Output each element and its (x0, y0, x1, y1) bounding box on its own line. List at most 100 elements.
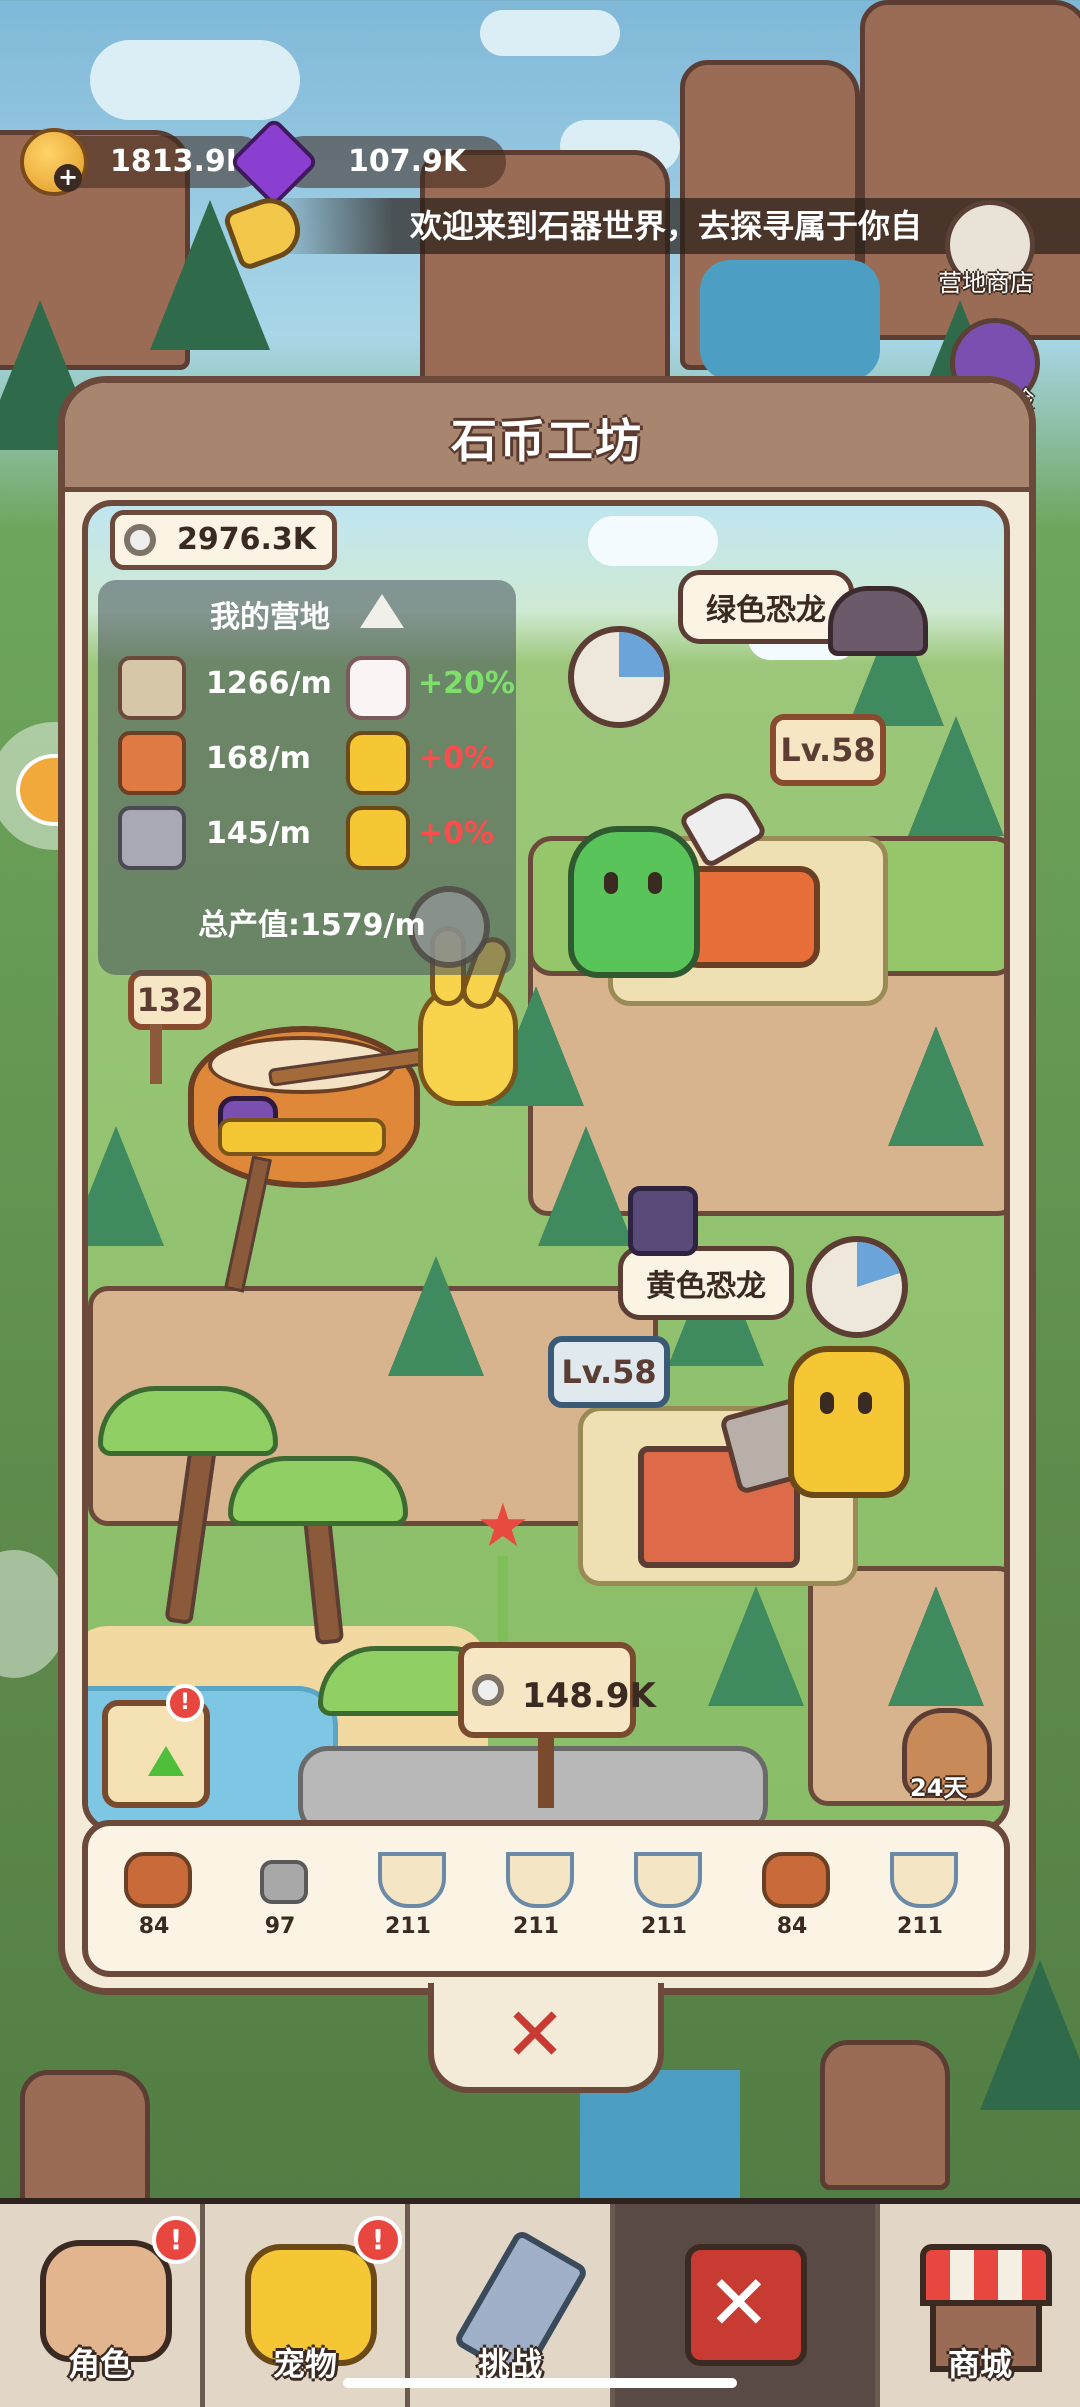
collapse-triangle-icon[interactable] (360, 594, 404, 628)
soup-bowl-icon (506, 1852, 574, 1908)
stat-row-wood: 168/m +0% (98, 725, 516, 795)
river (700, 260, 880, 380)
cloud (588, 516, 718, 566)
wood-logs-icon (124, 1852, 192, 1908)
resource-item[interactable]: 211 (614, 1852, 714, 1952)
gold-amount: 1813.9K (110, 144, 250, 179)
stat-bonus: +20% (418, 666, 515, 701)
stat-row-anvil: 145/m +0% (98, 800, 516, 870)
cauldron-handles (218, 1118, 386, 1156)
bottom-navigation: 角色 ! 宠物 ! 挑战 ✕ 商城 (0, 2198, 1080, 2407)
red-star-icon: ★ (476, 1491, 530, 1561)
resource-cost: 211 (641, 1914, 687, 1939)
balance-amount: 2976.3K (177, 522, 317, 557)
close-icon: ✕ (707, 2258, 771, 2347)
purple-block-icon (628, 1186, 698, 1256)
stump-icon (118, 731, 186, 795)
pine-tree (888, 1026, 984, 1146)
yellow-dino-level-sign: Lv.58 (548, 1336, 670, 1408)
panel-title: 石币工坊 (451, 414, 643, 468)
resource-item[interactable]: 84 (104, 1852, 204, 1952)
dino-eye (820, 1392, 834, 1414)
resource-cost: 84 (776, 1914, 808, 1939)
cloud (90, 40, 300, 120)
close-tab-button[interactable]: ✕ (685, 2244, 807, 2366)
shop-awning-icon (920, 2244, 1052, 2306)
yellow-chick-icon (346, 806, 410, 870)
palm-leaves (98, 1386, 278, 1456)
resource-cost: 211 (897, 1914, 943, 1939)
pet-alert-badge: ! (354, 2216, 402, 2264)
pine-tree (888, 1586, 984, 1706)
close-icon: ✕ (504, 1992, 567, 2078)
cauldron-icon (118, 656, 186, 720)
resource-cost: 211 (513, 1914, 559, 1939)
camp-stats-overlay: 我的营地 1266/m +20% 168/m +0% 145/m +0% 总产值… (98, 580, 516, 975)
green-dino-level-sign: Lv.58 (770, 714, 886, 786)
pine-tree (88, 1126, 164, 1246)
green-dino[interactable] (568, 826, 700, 978)
pot-level-sign: 132 (128, 970, 212, 1030)
sign-post (150, 1024, 162, 1084)
soup-bowl-icon (890, 1852, 958, 1908)
nav-challenge[interactable]: 挑战 (410, 2204, 615, 2407)
cloud (480, 10, 620, 56)
pine-tree (908, 716, 1004, 836)
total-output: 总产值:1579/m (198, 908, 426, 943)
nav-label: 商城 (947, 2345, 1012, 2383)
anvil-icon (118, 806, 186, 870)
panel-header: 石币工坊 (65, 383, 1029, 492)
stone-coin-icon (472, 1674, 504, 1706)
pine-tree (708, 1586, 804, 1706)
resource-item[interactable]: 211 (486, 1852, 586, 1952)
boar-days: 24天 (910, 1774, 968, 1802)
resource-cost: 211 (385, 1914, 431, 1939)
dino-eye (858, 1392, 872, 1414)
purple-gem-icon (228, 116, 320, 208)
stat-rate: 168/m (206, 741, 311, 776)
stat-bonus: +0% (418, 816, 495, 851)
rock (20, 2070, 150, 2210)
star-stem (498, 1556, 508, 1656)
resource-item[interactable]: 84 (742, 1852, 842, 1952)
nav-shop[interactable]: 商城 (880, 2204, 1080, 2407)
timer-fill (812, 1242, 902, 1332)
nav-close-active[interactable]: ✕ (615, 2204, 880, 2407)
stats-title: 我的营地 (210, 600, 330, 635)
resource-item[interactable]: 211 (870, 1852, 970, 1952)
dino-eye (648, 872, 662, 894)
close-panel-button[interactable]: ✕ (428, 1983, 664, 2093)
pine-tree (538, 1126, 634, 1246)
yellow-dino-name-bubble: 黄色恐龙 (618, 1246, 794, 1320)
camp-shop-label: 营地商店 (938, 269, 1034, 297)
up-arrow-icon (148, 1746, 184, 1776)
signpost-pole (538, 1738, 554, 1808)
stat-row-pot: 1266/m +20% (98, 650, 516, 720)
yellow-chick-icon (346, 731, 410, 795)
notification-badge: ! (166, 1684, 204, 1722)
stat-bonus: +0% (418, 741, 495, 776)
yellow-dino-timer-icon (806, 1236, 908, 1338)
nav-label: 角色 (67, 2345, 132, 2383)
resource-cost: 97 (264, 1914, 296, 1939)
wood-logs-icon (762, 1852, 830, 1908)
dino-eye (604, 872, 618, 894)
character-alert-badge: ! (152, 2216, 200, 2264)
palm-leaves (228, 1456, 408, 1526)
green-dino-timer-icon (568, 626, 670, 728)
stat-rate: 1266/m (206, 666, 332, 701)
resource-item[interactable]: 97 (230, 1852, 330, 1952)
stone-coin-icon (124, 524, 156, 556)
yellow-dino[interactable] (788, 1346, 910, 1498)
white-rabbit-icon (346, 656, 410, 720)
rock (820, 2040, 950, 2190)
soup-bowl-icon (378, 1852, 446, 1908)
ticker-text: 欢迎来到石器世界，去探寻属于你自 (410, 207, 923, 245)
stone-icon (260, 1860, 308, 1904)
resource-bar: 84 97 211 211 211 84 211 (82, 1820, 1010, 1977)
add-gold-icon[interactable]: + (54, 164, 82, 192)
home-indicator[interactable] (343, 2378, 737, 2388)
bat-icon (828, 586, 928, 656)
gem-amount: 107.9K (348, 144, 467, 179)
resource-item[interactable]: 211 (358, 1852, 458, 1952)
